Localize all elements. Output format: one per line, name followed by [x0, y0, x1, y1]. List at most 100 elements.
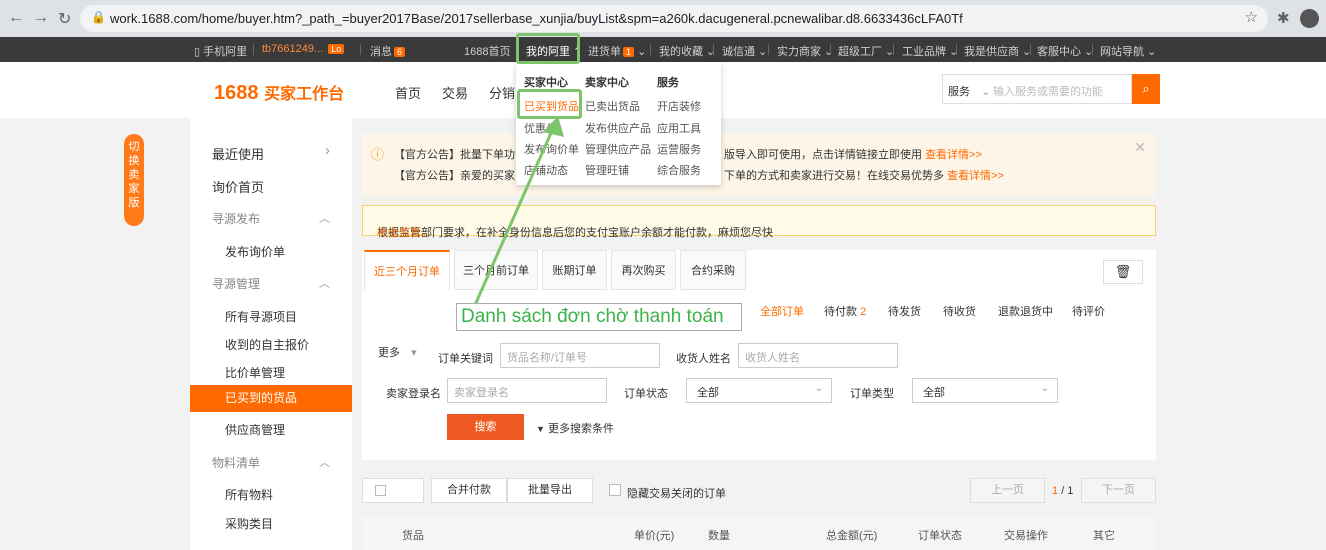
- announcement-1-link[interactable]: 查看详情>>: [925, 149, 982, 161]
- search-button[interactable]: ⌕: [1132, 74, 1160, 104]
- sidebar-item-all-materials[interactable]: 所有物料: [225, 486, 273, 503]
- service-search[interactable]: 服务 ⌄ 输入服务或需要的功能: [942, 74, 1132, 104]
- sidebar-item-publish-inquiry[interactable]: 发布询价单: [225, 243, 285, 260]
- status-tab-to-receive[interactable]: 待收货: [943, 303, 976, 319]
- col-status: 订单状态: [918, 530, 962, 542]
- star-icon[interactable]: ☆: [1245, 8, 1258, 26]
- next-page-button[interactable]: 下一页: [1081, 478, 1156, 503]
- browser-toolbar: ← → ↻ 🔒 work.1688.com/home/buyer.htm?_pa…: [0, 0, 1326, 37]
- site-nav-menu[interactable]: 网站导航 ⌄: [1100, 43, 1156, 59]
- sidebar-group-sourcing-manage[interactable]: 寻源管理: [212, 275, 260, 292]
- seller-input[interactable]: 卖家登录名: [447, 378, 607, 403]
- search-orders-button[interactable]: 搜索: [447, 414, 524, 440]
- col-total: 总金额(元): [826, 530, 878, 542]
- search-input[interactable]: 输入服务或需要的功能: [993, 83, 1103, 99]
- menu-item-publish-supply[interactable]: 发布供应产品: [585, 120, 651, 136]
- nav-home[interactable]: 首页: [395, 83, 421, 102]
- col-unit-price: 单价(元): [634, 530, 675, 542]
- tab-recent-3-months[interactable]: 近三个月订单: [364, 250, 450, 290]
- sidebar-item-all-projects[interactable]: 所有寻源项目: [225, 308, 297, 325]
- chevron-up-icon[interactable]: ︿: [319, 454, 330, 470]
- super-factory-menu[interactable]: 超级工厂 ⌄: [838, 43, 894, 59]
- sidebar-item-compare[interactable]: 比价单管理: [225, 364, 285, 381]
- col-other: 其它: [1093, 530, 1115, 542]
- logo[interactable]: 1688 买家工作台: [214, 80, 344, 105]
- forward-icon[interactable]: →: [33, 9, 49, 27]
- switch-seller-button[interactable]: 切换卖家版: [124, 134, 144, 226]
- menu-item-manage-supply[interactable]: 管理供应产品: [585, 141, 651, 157]
- chevron-up-icon[interactable]: ︿: [319, 275, 330, 291]
- strong-merchant-menu[interactable]: 实力商家 ⌄: [777, 43, 833, 59]
- status-tab-all[interactable]: 全部订单: [760, 303, 804, 319]
- announcement-2-link[interactable]: 查看详情>>: [947, 170, 1004, 182]
- more-conditions-link[interactable]: ▼ 更多搜索条件: [536, 420, 614, 436]
- menu-item-operations[interactable]: 运营服务: [657, 141, 701, 157]
- stock-menu[interactable]: 进货单 1 ⌄: [588, 43, 646, 59]
- status-tab-refund[interactable]: 退款退货中: [998, 303, 1053, 319]
- hide-closed-checkbox[interactable]: [609, 484, 621, 496]
- url-text: work.1688.com/home/buyer.htm?_path_=buye…: [110, 11, 963, 26]
- sidebar-group-materials[interactable]: 物料清单: [212, 454, 260, 471]
- annotation-label: Danh sách đơn chờ thanh toán: [456, 303, 742, 331]
- menu-item-decoration[interactable]: 开店装修: [657, 98, 701, 114]
- trash-icon[interactable]: 🗑: [1103, 260, 1143, 284]
- sidebar-group-sourcing-publish[interactable]: 寻源发布: [212, 210, 260, 227]
- announcement-1-tail: 版导入即可使用，点击详情链接立即使用 查看详情>>: [724, 149, 982, 161]
- receiver-input[interactable]: 收货人姓名: [738, 343, 898, 368]
- hide-closed-label: 隐藏交易关闭的订单: [627, 488, 726, 500]
- extensions-icon[interactable]: ✱: [1277, 9, 1290, 27]
- order-type-select[interactable]: 全部 ⌄: [912, 378, 1058, 403]
- chevron-right-icon[interactable]: ›: [325, 142, 330, 159]
- sidebar-item-suppliers[interactable]: 供应商管理: [225, 421, 285, 438]
- complete-info-link[interactable]: 补全信息。: [377, 224, 432, 240]
- sidebar-inquiry-home[interactable]: 询价首页: [212, 177, 264, 196]
- status-tab-review[interactable]: 待评价: [1072, 303, 1105, 319]
- menu-item-sold[interactable]: 已卖出货品: [585, 98, 640, 114]
- menu-item-manage-shop[interactable]: 管理旺铺: [585, 162, 629, 178]
- tab-buy-again[interactable]: 再次购买: [611, 250, 676, 290]
- profile-avatar[interactable]: [1300, 9, 1319, 28]
- keyword-label: 订单关键词: [438, 353, 493, 365]
- more-filter-toggle[interactable]: 更多 ▾: [378, 344, 417, 360]
- status-tab-pending-payment[interactable]: 待付款 2: [824, 303, 866, 319]
- favorites-menu[interactable]: 我的收藏 ⌄: [659, 43, 715, 59]
- prev-page-button[interactable]: 上一页: [970, 478, 1045, 503]
- address-bar[interactable]: 🔒 work.1688.com/home/buyer.htm?_path_=bu…: [80, 5, 1268, 32]
- merge-pay-button[interactable]: 合并付款: [431, 478, 507, 503]
- divider: [830, 44, 831, 55]
- batch-export-button[interactable]: 批量导出: [507, 478, 593, 503]
- sidebar: 最近使用 › 询价首页 寻源发布 ︿ 发布询价单 寻源管理 ︿ 所有寻源项目 收…: [190, 118, 352, 550]
- divider: [360, 44, 361, 55]
- messages-link[interactable]: 消息 6: [370, 43, 406, 59]
- annotation-arrow: [473, 116, 564, 306]
- back-icon[interactable]: ←: [8, 9, 24, 27]
- supplier-menu[interactable]: 我是供应商 ⌄: [964, 43, 1031, 59]
- close-icon[interactable]: ✕: [1134, 139, 1146, 156]
- trust-menu[interactable]: 诚信通 ⌄: [722, 43, 767, 59]
- menu-item-tools[interactable]: 应用工具: [657, 120, 701, 136]
- order-type-label: 订单类型: [850, 388, 894, 400]
- mobile-ali-link[interactable]: ▯ 手机阿里: [194, 43, 247, 59]
- order-status-select[interactable]: 全部 ⌄: [686, 378, 832, 403]
- chevron-up-icon[interactable]: ︿: [319, 210, 330, 226]
- home-link[interactable]: 1688首页: [464, 43, 510, 59]
- service-center-menu[interactable]: 客服中心 ⌄: [1037, 43, 1093, 59]
- tab-contract[interactable]: 合约采购: [680, 250, 746, 290]
- select-all-checkbox[interactable]: [362, 478, 424, 503]
- search-scope-select[interactable]: 服务 ⌄: [948, 83, 990, 99]
- sidebar-item-purchased[interactable]: 已买到的货品: [190, 385, 352, 412]
- industrial-brand-menu[interactable]: 工业品牌 ⌄: [902, 43, 958, 59]
- nav-trade[interactable]: 交易: [442, 83, 468, 102]
- status-tab-to-ship[interactable]: 待发货: [888, 303, 921, 319]
- sidebar-item-categories[interactable]: 采购类目: [225, 515, 273, 532]
- keyword-input[interactable]: 货品名称/订单号: [500, 343, 660, 368]
- sidebar-recent[interactable]: 最近使用: [212, 144, 264, 163]
- reload-icon[interactable]: ↻: [58, 9, 71, 29]
- col-goods: 货品: [402, 530, 424, 542]
- divider: [1030, 44, 1031, 55]
- sidebar-item-quotes[interactable]: 收到的自主报价: [225, 336, 309, 353]
- orders-toolbar: 合并付款 批量导出 隐藏交易关闭的订单 上一页 1 / 1 下一页: [362, 475, 1156, 505]
- user-menu[interactable]: tb7661249... Lo: [262, 43, 345, 55]
- menu-item-general[interactable]: 综合服务: [657, 162, 701, 178]
- services-title: 服务: [657, 77, 679, 89]
